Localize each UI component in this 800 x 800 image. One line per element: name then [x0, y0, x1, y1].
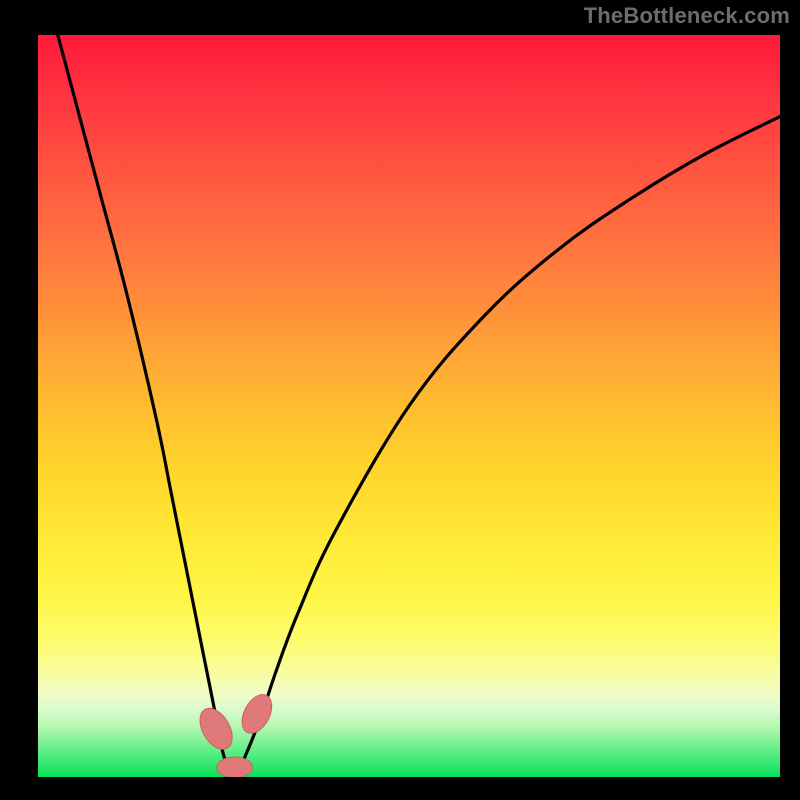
left-cluster-marker: [193, 703, 239, 755]
plot-area: [38, 35, 780, 777]
right-cluster-marker: [236, 690, 278, 739]
valley-marker: [217, 757, 253, 777]
marker-layer: [193, 690, 277, 777]
curve-layer: [38, 35, 780, 777]
bottleneck-curve: [38, 35, 780, 772]
chart-frame: TheBottleneck.com: [0, 0, 800, 800]
attribution-text: TheBottleneck.com: [584, 3, 790, 29]
